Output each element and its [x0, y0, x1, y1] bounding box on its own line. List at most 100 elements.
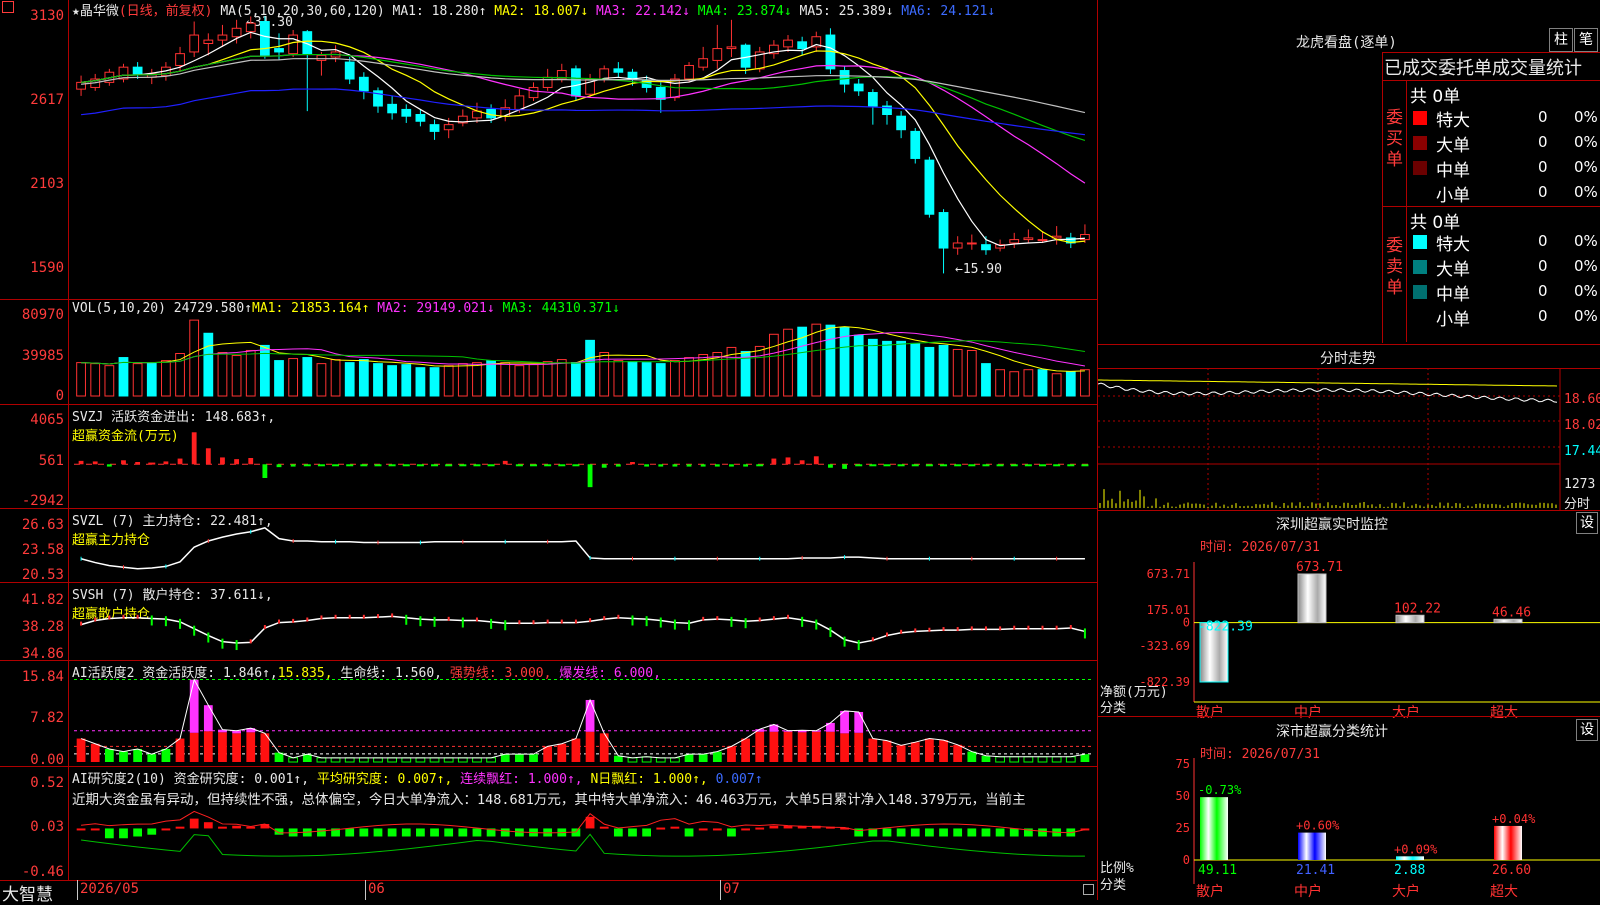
szcls-change-label: +0.09%	[1394, 842, 1438, 856]
szcls-settings-button[interactable]: 设	[1576, 719, 1598, 741]
szcls-category-label: 大户	[1392, 883, 1420, 900]
volume-bar	[458, 364, 467, 396]
candle-body	[656, 87, 665, 99]
divider	[1382, 80, 1600, 81]
fenshi-chart	[1098, 368, 1600, 510]
ai1-bar	[939, 740, 948, 762]
volume-bar	[430, 368, 439, 396]
buy-color-swatch	[1413, 161, 1427, 175]
ai1-bar	[572, 739, 581, 762]
ai1-bar	[897, 745, 906, 762]
ai2-bar	[473, 828, 482, 836]
candle-body	[897, 116, 906, 130]
candle-body	[939, 213, 948, 249]
volume-bar	[416, 368, 425, 396]
buy-color-swatch	[1413, 111, 1427, 125]
ai1-bar	[515, 754, 524, 762]
candle-body	[176, 54, 185, 66]
candle-body	[190, 35, 199, 52]
candle-body	[628, 72, 637, 79]
candle-body	[685, 65, 694, 79]
szcls-y-label: 25	[1176, 821, 1190, 835]
szmon-axis-title2: 分类	[1100, 697, 1126, 716]
ai2-red-line	[81, 811, 1085, 833]
buy-row-percent: 0%	[1574, 133, 1598, 151]
ai2-bar	[91, 828, 100, 830]
ai1-bar	[176, 739, 185, 762]
ai2-bar	[147, 828, 156, 834]
svzj-bar	[602, 464, 607, 467]
bar-mode-button[interactable]: 柱	[1549, 28, 1573, 52]
ai1-bar	[204, 731, 213, 762]
ai1-bar	[967, 752, 976, 762]
ai1-bar	[359, 758, 368, 762]
szmon-category-label: 散户	[1196, 704, 1224, 721]
volume-bar	[388, 366, 397, 396]
candle-body	[953, 243, 962, 248]
ai2-bar	[628, 828, 637, 836]
svzj-bar	[417, 464, 424, 466]
candle-body	[982, 245, 991, 250]
svzj-bar	[163, 461, 168, 464]
svzj-bar	[121, 460, 126, 464]
svzj-bar	[912, 464, 919, 466]
ai2-green-line	[81, 834, 1085, 856]
szmon-category-label: 大户	[1392, 704, 1420, 721]
ai2-bar	[162, 828, 171, 830]
svzj-bar	[926, 464, 933, 466]
ai1-bar	[430, 758, 439, 762]
svzj-bar	[206, 448, 211, 464]
ai2-bar	[967, 828, 976, 836]
buy-row-name: 小单	[1436, 181, 1470, 206]
svzj-bar	[262, 464, 267, 478]
ai2-bar	[671, 827, 680, 829]
szcls-value-label: 49.11	[1198, 863, 1237, 878]
volume-bar	[1052, 374, 1061, 396]
candle-body	[699, 59, 708, 67]
ai2-bar	[699, 828, 708, 830]
ai1-bar	[190, 733, 199, 762]
tick-mode-button[interactable]: 笔	[1574, 28, 1598, 52]
candle-body	[798, 42, 807, 49]
svzj-bar	[644, 464, 649, 466]
ai1-bar	[232, 733, 241, 762]
szmon-value-label: 673.71	[1296, 560, 1343, 575]
szcls-change-label: +0.60%	[1296, 819, 1340, 833]
szmon-settings-button[interactable]: 设	[1576, 512, 1598, 534]
svzj-bar	[687, 464, 692, 466]
volume-bar	[868, 339, 877, 396]
lock-icon[interactable]	[1083, 884, 1094, 895]
svzj-bar	[277, 464, 282, 467]
svzj-bar	[898, 464, 905, 466]
volume-bar	[614, 361, 623, 396]
fenshi-y-label: 17.44	[1564, 444, 1600, 459]
szcls-y-label: 75	[1176, 757, 1190, 771]
divider	[1382, 206, 1600, 207]
candle-body	[289, 35, 298, 54]
ai1-bar	[826, 732, 835, 762]
szmon-chart: 673.71175.010-323.69-822.39-822.39散户673.…	[1098, 552, 1600, 722]
szcls-change-label: -0.73%	[1198, 783, 1242, 797]
ai1-bar	[331, 758, 340, 762]
candle-body	[388, 104, 397, 112]
volume-bar	[543, 362, 552, 396]
volume-bar	[784, 329, 793, 396]
right-panel: 龙虎看盘(逐单) 柱 笔 已成交委托单成交量统计 共 0单 委买单 特大 0 0% 大…	[1098, 0, 1600, 900]
candle-body	[246, 23, 255, 31]
szmon-category-label: 超大	[1490, 705, 1518, 721]
app-logo: 大智慧	[2, 880, 53, 905]
buy-row-percent: 0%	[1574, 108, 1598, 126]
candle-body	[218, 35, 227, 40]
candle-body	[317, 55, 326, 60]
szmon-value-label: -822.39	[1198, 620, 1253, 635]
ai2-bar	[444, 828, 453, 836]
vol-ma-line-10	[81, 332, 1085, 365]
svzj-bar	[572, 464, 579, 466]
lhb-title: 龙虎看盘(逐单)	[1296, 32, 1397, 52]
buy-row-name: 中单	[1436, 156, 1470, 181]
volume-bar	[501, 363, 510, 396]
candle-body	[444, 125, 453, 130]
svzj-bar	[630, 462, 635, 464]
svzj-bar	[1011, 464, 1018, 466]
main-chart-area: ★晶华微(日线，前复权) MA(5,10,20,30,60,120) MA1: …	[0, 0, 1098, 900]
